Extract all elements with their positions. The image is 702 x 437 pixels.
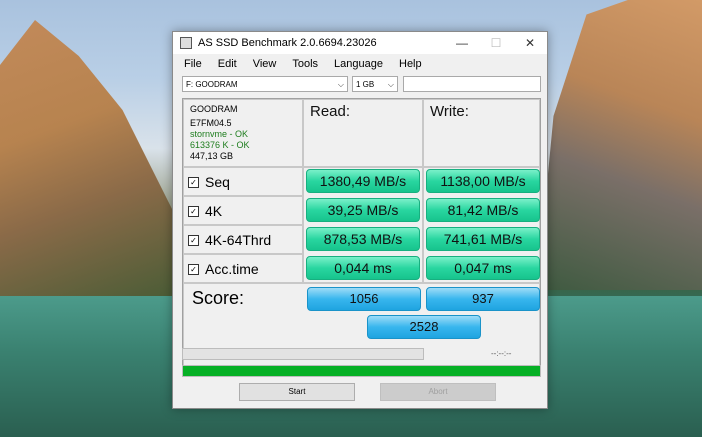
results-grid: GOODRAM E7FM04.5 stornvme - OK 613376 K … bbox=[182, 98, 541, 371]
as-ssd-window: AS SSD Benchmark 2.0.6694.23026 — ☐ ✕ Fi… bbox=[172, 31, 548, 409]
drive-capacity: 447,13 GB bbox=[190, 151, 234, 161]
score-read: 1056 bbox=[307, 287, 421, 311]
4k64-write-result: 741,61 MB/s bbox=[426, 227, 540, 251]
chevron-down-icon: ⌵ bbox=[387, 80, 394, 89]
menu-view[interactable]: View bbox=[245, 54, 285, 74]
write-header: Write: bbox=[430, 103, 469, 120]
drive-firmware: E7FM04.5 bbox=[190, 118, 232, 128]
chevron-down-icon: ⌵ bbox=[337, 80, 344, 89]
app-icon bbox=[180, 37, 192, 49]
driver-status: stornvme - OK bbox=[190, 129, 249, 139]
score-write: 937 bbox=[426, 287, 540, 311]
test-size-value: 1 GB bbox=[356, 80, 375, 89]
test-progress-bar bbox=[182, 348, 424, 360]
text-field[interactable] bbox=[403, 76, 541, 92]
4k64-checkbox-label[interactable]: ✓ 4K-64Thrd bbox=[188, 232, 271, 248]
4k64-read-result: 878,53 MB/s bbox=[306, 227, 420, 251]
elapsed-time: --:--:-- bbox=[491, 349, 512, 358]
maximize-button[interactable]: ☐ bbox=[479, 32, 513, 54]
drive-select-value: F: GOODRAM bbox=[186, 80, 238, 89]
row-4k: ✓ 4K bbox=[183, 196, 303, 225]
write-header-cell: Write: bbox=[423, 99, 540, 167]
close-button[interactable]: ✕ bbox=[513, 32, 547, 54]
toolbar: F: GOODRAM ⌵ 1 GB ⌵ bbox=[173, 76, 547, 94]
4k-checkbox-label[interactable]: ✓ 4K bbox=[188, 203, 222, 219]
read-header: Read: bbox=[310, 103, 351, 120]
alignment-status: 613376 K - OK bbox=[190, 140, 250, 150]
checkbox-checked-icon[interactable]: ✓ bbox=[188, 234, 199, 246]
overall-progress-bar bbox=[182, 365, 541, 377]
acctime-checkbox-label[interactable]: ✓ Acc.time bbox=[188, 261, 259, 277]
background-mountain-left bbox=[0, 20, 175, 320]
row-acc-time: ✓ Acc.time bbox=[183, 254, 303, 283]
overall-progress-fill bbox=[183, 366, 540, 376]
row-4k-64thrd: ✓ 4K-64Thrd bbox=[183, 225, 303, 254]
background-mountain-right bbox=[537, 0, 702, 290]
abort-button[interactable]: Abort bbox=[380, 383, 496, 401]
menu-help[interactable]: Help bbox=[391, 54, 430, 74]
checkbox-checked-icon[interactable]: ✓ bbox=[188, 176, 199, 188]
menu-edit[interactable]: Edit bbox=[210, 54, 245, 74]
acctime-label: Acc.time bbox=[205, 261, 259, 277]
minimize-button[interactable]: — bbox=[445, 32, 479, 54]
acctime-read-result: 0,044 ms bbox=[306, 256, 420, 280]
menu-file[interactable]: File bbox=[173, 54, 210, 74]
score-total: 2528 bbox=[367, 315, 481, 339]
read-header-cell: Read: bbox=[303, 99, 423, 167]
score-label: Score: bbox=[192, 288, 245, 308]
4k-label: 4K bbox=[205, 203, 223, 219]
checkbox-checked-icon[interactable]: ✓ bbox=[188, 263, 199, 275]
4k-write-result: 81,42 MB/s bbox=[426, 198, 540, 222]
menu-bar: File Edit View Tools Language Help bbox=[173, 54, 547, 74]
drive-info-panel: GOODRAM E7FM04.5 stornvme - OK 613376 K … bbox=[183, 99, 303, 167]
start-button[interactable]: Start bbox=[239, 383, 355, 401]
acctime-write-result: 0,047 ms bbox=[426, 256, 540, 280]
row-seq: ✓ Seq bbox=[183, 167, 303, 196]
seq-read-result: 1380,49 MB/s bbox=[306, 169, 420, 193]
drive-name: GOODRAM bbox=[190, 104, 238, 114]
drive-select[interactable]: F: GOODRAM ⌵ bbox=[182, 76, 348, 92]
title-bar[interactable]: AS SSD Benchmark 2.0.6694.23026 — ☐ ✕ bbox=[173, 32, 547, 54]
menu-language[interactable]: Language bbox=[326, 54, 391, 74]
menu-tools[interactable]: Tools bbox=[284, 54, 326, 74]
window-title: AS SSD Benchmark 2.0.6694.23026 bbox=[198, 37, 377, 49]
seq-write-result: 1138,00 MB/s bbox=[426, 169, 540, 193]
seq-checkbox-label[interactable]: ✓ Seq bbox=[188, 174, 230, 190]
test-size-select[interactable]: 1 GB ⌵ bbox=[352, 76, 398, 92]
4k64-label: 4K-64Thrd bbox=[205, 232, 272, 248]
seq-label: Seq bbox=[205, 174, 230, 190]
checkbox-checked-icon[interactable]: ✓ bbox=[188, 205, 199, 217]
4k-read-result: 39,25 MB/s bbox=[306, 198, 420, 222]
